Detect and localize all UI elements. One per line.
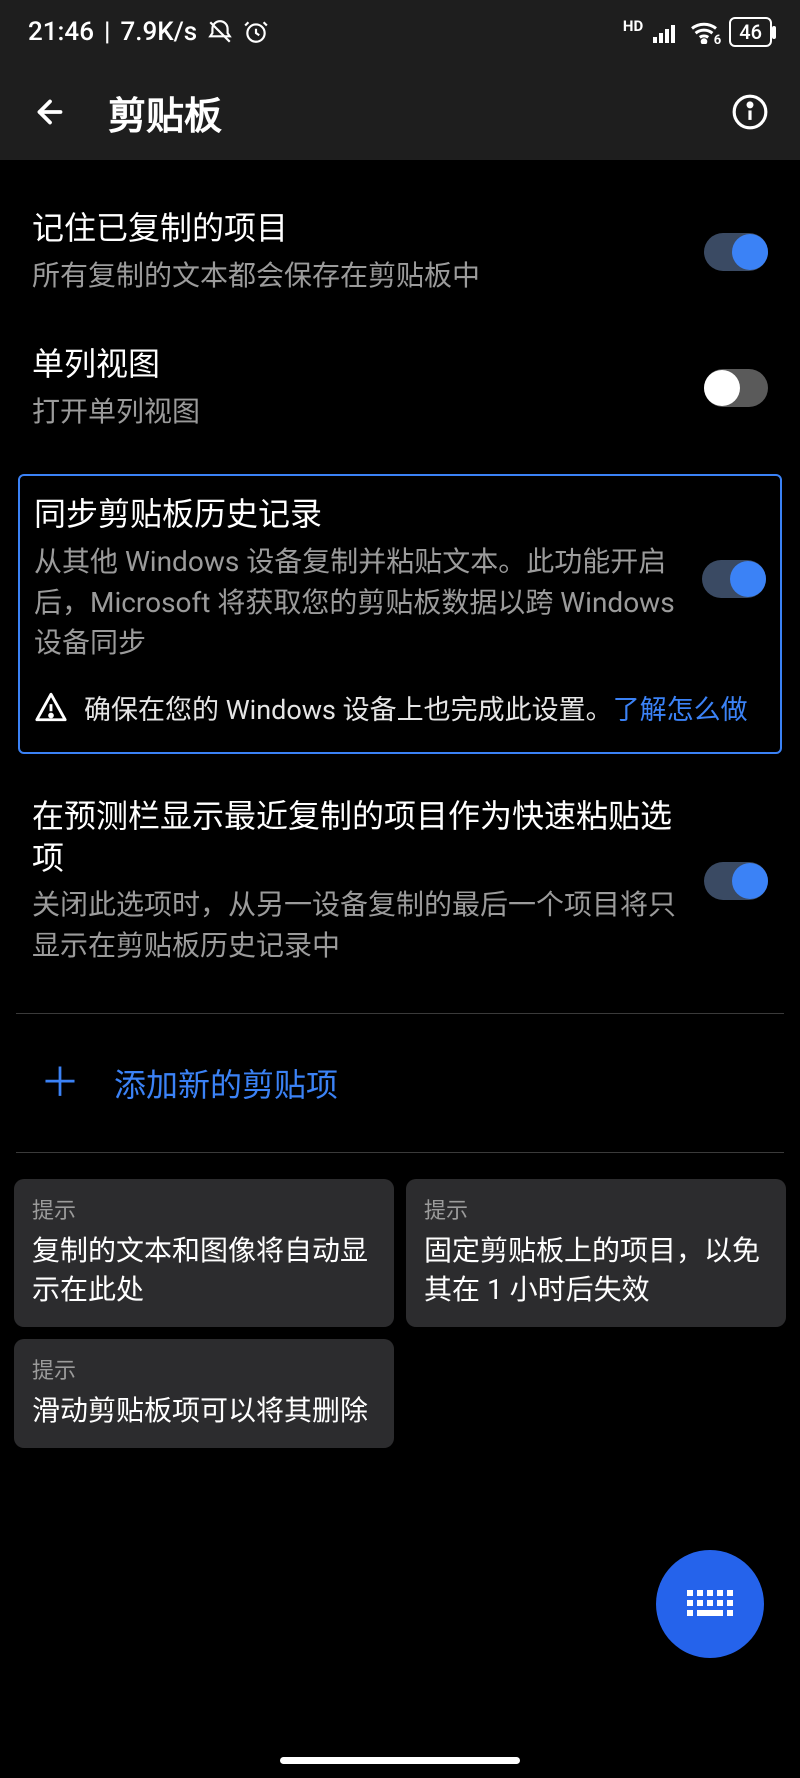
toggle-remember-copied[interactable] [704, 233, 768, 271]
add-item-label: 添加新的剪贴项 [114, 1060, 338, 1106]
divider [16, 1152, 784, 1153]
setting-desc: 所有复制的文本都会保存在剪贴板中 [32, 256, 680, 297]
info-button[interactable] [728, 90, 772, 134]
tip-body: 滑动剪贴板项可以将其删除 [32, 1391, 376, 1430]
plus-icon: ＋ [40, 1063, 80, 1103]
setting-prediction-bar[interactable]: 在预测栏显示最近复制的项目作为快速粘贴选项 关闭此选项时，从另一设备复制的最后一… [0, 776, 800, 994]
status-time: 21:46 [28, 17, 94, 47]
keyboard-fab[interactable] [656, 1550, 764, 1658]
add-clipboard-item[interactable]: ＋ 添加新的剪贴项 [0, 1032, 800, 1134]
toggle-prediction-bar[interactable] [704, 862, 768, 900]
toggle-single-column[interactable] [704, 369, 768, 407]
hd-label: HD [623, 17, 643, 35]
home-indicator[interactable] [280, 1757, 520, 1764]
wifi-icon: 6 [689, 20, 719, 44]
divider [16, 1013, 784, 1014]
tip-card[interactable]: 提示 滑动剪贴板项可以将其删除 [14, 1339, 394, 1448]
app-bar: 剪贴板 [0, 64, 800, 160]
battery-indicator: 46 [729, 17, 772, 47]
toggle-sync-clipboard[interactable] [702, 560, 766, 598]
tip-label: 提示 [424, 1193, 768, 1225]
sync-note-text: 确保在您的 Windows 设备上也完成此设置。 [84, 694, 613, 726]
setting-single-column[interactable]: 单列视图 打开单列视图 [0, 324, 800, 460]
setting-title: 在预测栏显示最近复制的项目作为快速粘贴选项 [32, 796, 680, 879]
page-title: 剪贴板 [108, 85, 692, 140]
mute-icon [207, 19, 233, 45]
setting-remember-copied[interactable]: 记住已复制的项目 所有复制的文本都会保存在剪贴板中 [0, 188, 800, 324]
tip-body: 复制的文本和图像将自动显示在此处 [32, 1231, 376, 1309]
setting-sync-clipboard-box: 同步剪贴板历史记录 从其他 Windows 设备复制并粘贴文本。此功能开启后，M… [18, 474, 782, 754]
sync-note: 确保在您的 Windows 设备上也完成此设置。了解怎么做 [34, 680, 766, 731]
tip-card[interactable]: 提示 复制的文本和图像将自动显示在此处 [14, 1179, 394, 1327]
setting-desc: 从其他 Windows 设备复制并粘贴文本。此功能开启后，Microsoft 将… [34, 542, 678, 664]
alarm-icon [243, 19, 269, 45]
tips-grid: 提示 复制的文本和图像将自动显示在此处 提示 固定剪贴板上的项目，以免其在 1 … [0, 1171, 800, 1457]
tip-card[interactable]: 提示 固定剪贴板上的项目，以免其在 1 小时后失效 [406, 1179, 786, 1327]
setting-desc: 打开单列视图 [32, 392, 680, 433]
tip-label: 提示 [32, 1353, 376, 1385]
status-bar: 21:46 | 7.9K/s HD 6 [0, 0, 800, 64]
back-button[interactable] [28, 90, 72, 134]
setting-desc: 关闭此选项时，从另一设备复制的最后一个项目将只显示在剪贴板历史记录中 [32, 885, 680, 966]
tip-body: 固定剪贴板上的项目，以免其在 1 小时后失效 [424, 1231, 768, 1309]
learn-how-link[interactable]: 了解怎么做 [613, 694, 748, 726]
status-net-speed: 7.9K/s [120, 17, 197, 47]
keyboard-icon [685, 1586, 735, 1622]
setting-title: 同步剪贴板历史记录 [34, 494, 678, 536]
setting-sync-clipboard[interactable]: 同步剪贴板历史记录 从其他 Windows 设备复制并粘贴文本。此功能开启后，M… [34, 494, 766, 679]
warning-icon [34, 690, 68, 724]
signal-icon [653, 21, 679, 43]
setting-title: 记住已复制的项目 [32, 208, 680, 250]
wifi-gen-label: 6 [714, 33, 721, 48]
status-divider: | [104, 17, 110, 47]
tip-label: 提示 [32, 1193, 376, 1225]
setting-title: 单列视图 [32, 344, 680, 386]
